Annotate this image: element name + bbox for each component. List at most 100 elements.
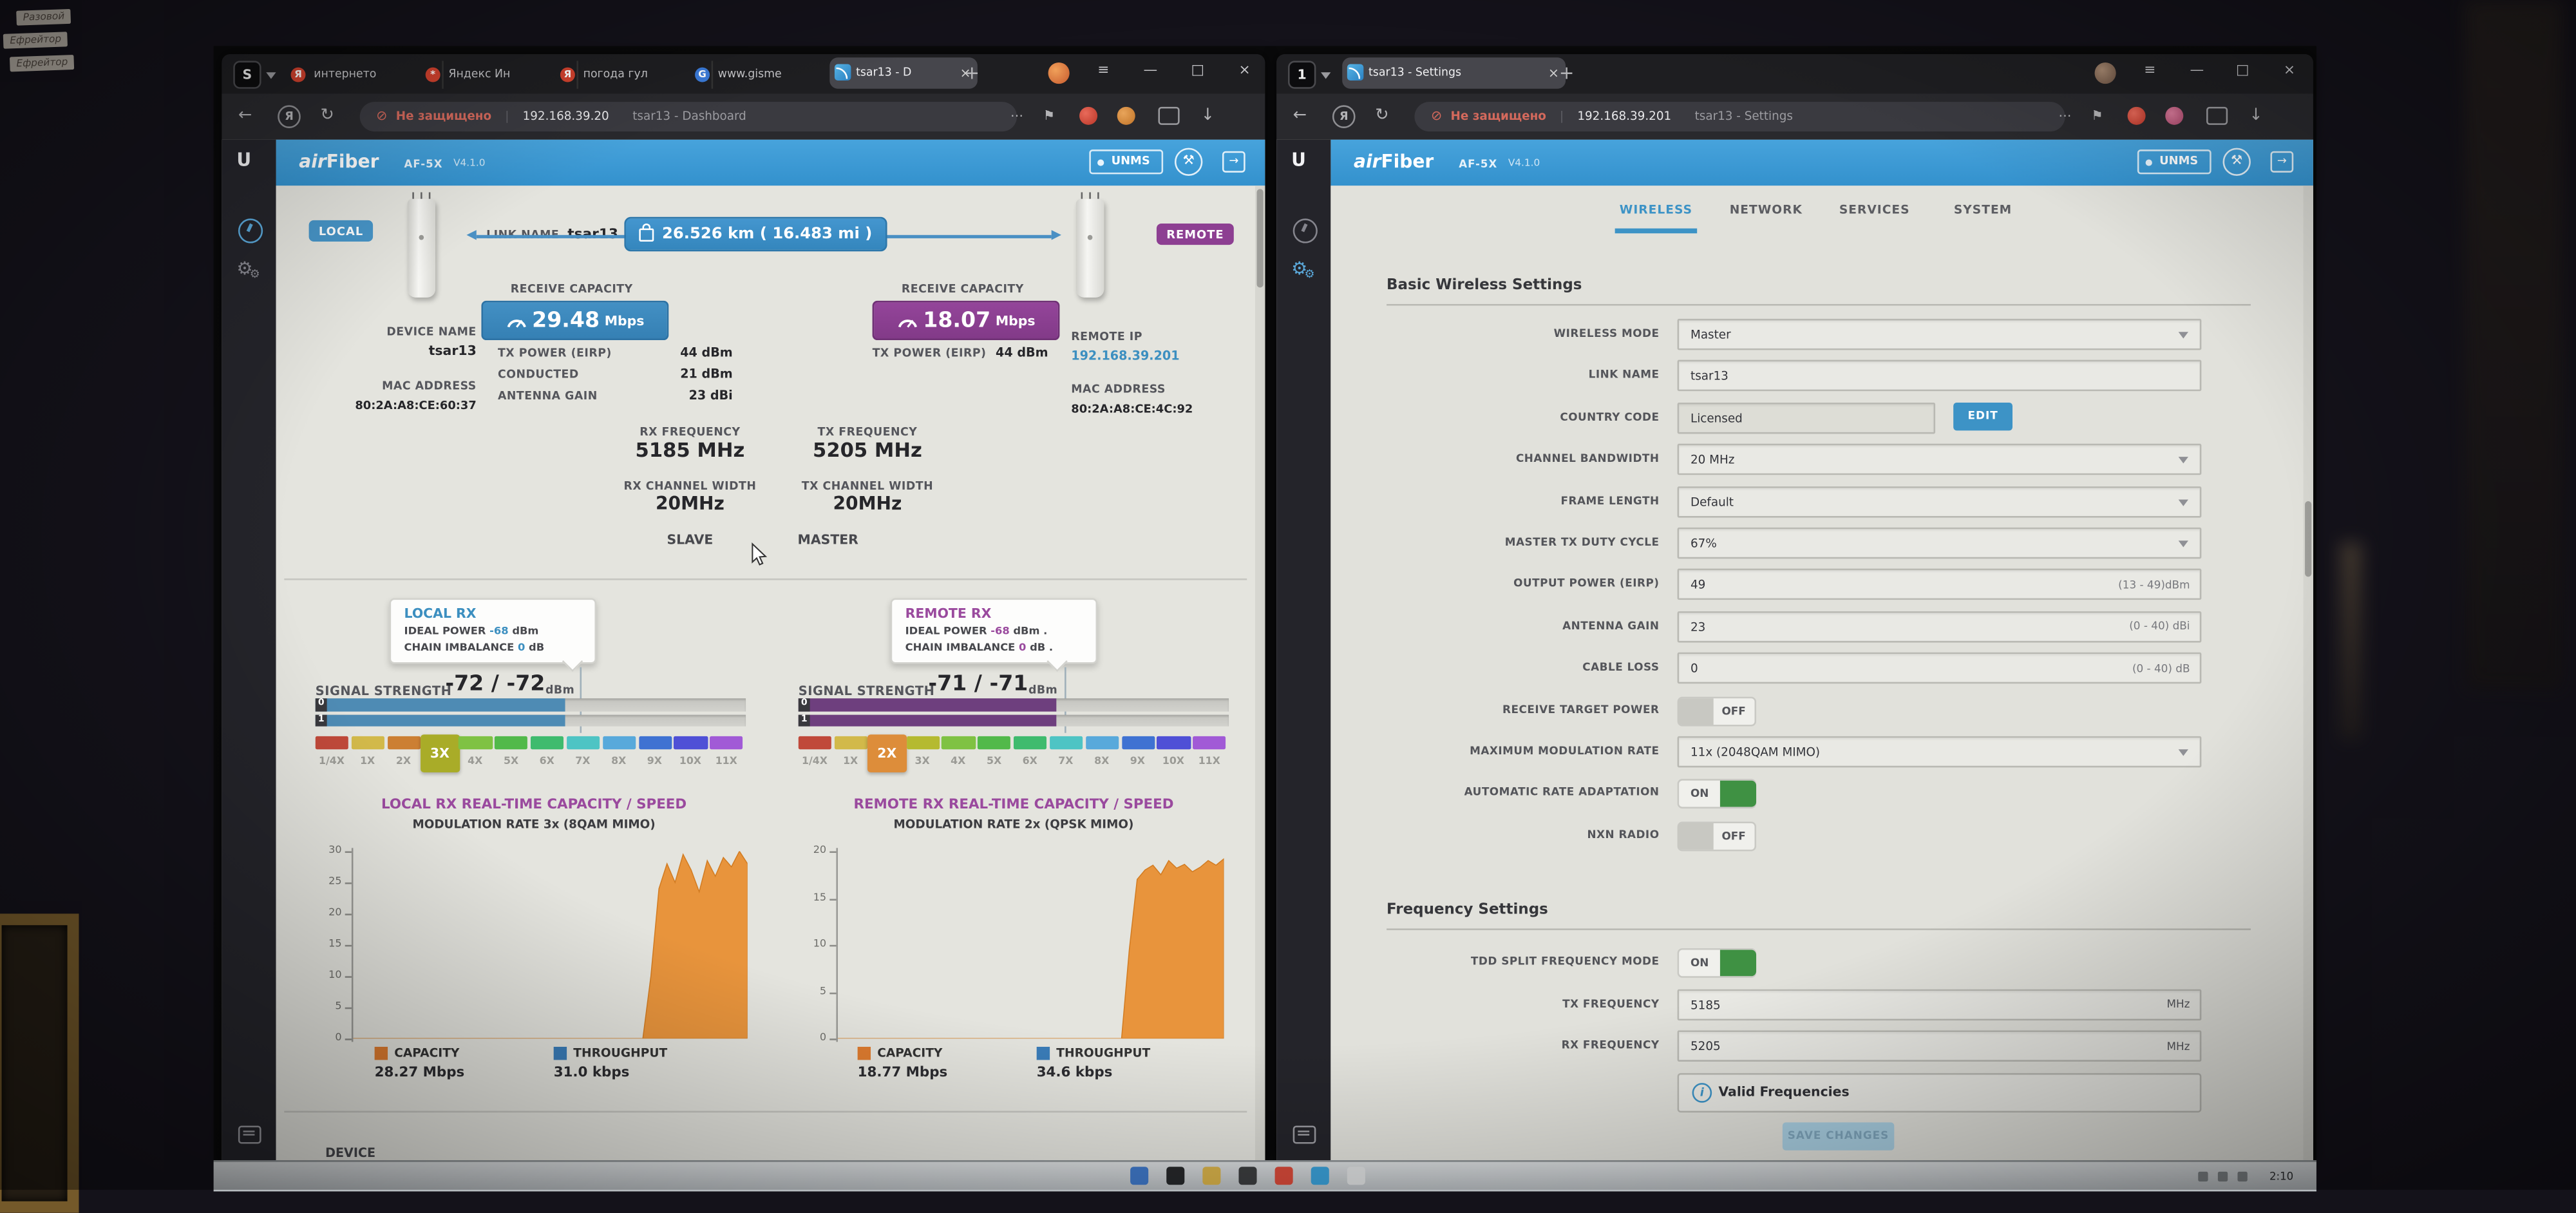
tab-active-dashboard[interactable]: tsar13 - D ×: [829, 57, 978, 88]
tools-icon[interactable]: ⚒: [2223, 148, 2251, 176]
chat-icon[interactable]: [1293, 1125, 1316, 1143]
chevron-down-icon[interactable]: [1321, 72, 1331, 79]
toggle-knob[interactable]: [1720, 781, 1756, 808]
telegram-icon[interactable]: [1311, 1167, 1329, 1185]
back-icon[interactable]: ←: [238, 107, 252, 127]
scrollbar[interactable]: [2304, 186, 2313, 1160]
unms-button[interactable]: UNMS: [2138, 149, 2211, 174]
app-icon[interactable]: [1347, 1167, 1365, 1185]
tray-icon[interactable]: [2218, 1172, 2228, 1181]
settings-nav-icon[interactable]: ⚙⚙: [1291, 258, 1307, 280]
minimize-icon[interactable]: —: [1144, 62, 1158, 79]
tab-active-settings[interactable]: tsar13 - Settings ×: [1342, 57, 1566, 88]
toggle-knob[interactable]: [1678, 698, 1714, 724]
maximize-icon[interactable]: □: [1191, 62, 1204, 79]
security-warning[interactable]: Не защищено: [396, 108, 491, 123]
tx-frequency-field[interactable]: 5185MHz: [1678, 989, 2202, 1020]
scrollbar[interactable]: [1255, 186, 1265, 1160]
download-icon[interactable]: ↓: [1201, 107, 1215, 127]
link-name-field[interactable]: tsar13: [1678, 361, 2202, 392]
logout-icon[interactable]: →: [1222, 151, 1245, 173]
panels-icon[interactable]: [2206, 107, 2228, 125]
scrollbar-thumb[interactable]: [2305, 501, 2311, 577]
yandex-icon[interactable]: Я: [1332, 105, 1356, 128]
receive-target-power-toggle[interactable]: OFF: [1678, 696, 1756, 726]
automatic-rate-adaptation-toggle[interactable]: ON: [1678, 779, 1756, 809]
toggle-knob[interactable]: [1720, 950, 1756, 976]
close-tab-icon[interactable]: ×: [1548, 57, 1559, 88]
address-bar[interactable]: ⊘ Не защищено | 192.168.39.20 tsar13 - D…: [360, 102, 1017, 131]
more-icon[interactable]: ⋯: [1010, 107, 1023, 127]
wireless-mode-field[interactable]: Master: [1678, 319, 2202, 350]
address-bar[interactable]: ⊘ Не защищено | 192.168.39.201 tsar13 - …: [1414, 102, 2065, 131]
frame-length-field[interactable]: Default: [1678, 486, 2202, 517]
menu-icon[interactable]: ≡: [1097, 62, 1109, 79]
rx-frequency-field[interactable]: 5205MHz: [1678, 1031, 2202, 1062]
clock[interactable]: 2:10: [2269, 1170, 2293, 1183]
maximum-modulation-rate-field[interactable]: 11x (2048QAM MIMO): [1678, 736, 2202, 767]
antenna-gain-field[interactable]: 23(0 - 40) dBi: [1678, 611, 2202, 642]
profile-avatar[interactable]: [2095, 62, 2116, 84]
channel-bandwidth-field[interactable]: 20 MHz: [1678, 444, 2202, 475]
tab-services[interactable]: SERVICES: [1821, 202, 1929, 217]
maximize-icon[interactable]: □: [2236, 62, 2249, 79]
dashboard-nav-icon[interactable]: [1293, 218, 1318, 243]
yandex-browser-icon[interactable]: [1275, 1167, 1293, 1185]
alice-icon[interactable]: [2128, 107, 2146, 125]
app-icon[interactable]: [1238, 1167, 1256, 1185]
alice-icon[interactable]: [1079, 107, 1097, 125]
cable-loss-field[interactable]: 0(0 - 40) dB: [1678, 653, 2202, 683]
tdd-split-frequency-mode-toggle[interactable]: ON: [1678, 948, 1756, 978]
close-window-icon[interactable]: ×: [1238, 62, 1250, 79]
toggle-knob[interactable]: [1678, 823, 1714, 850]
bookmark-icon[interactable]: ⚑: [2091, 107, 2103, 127]
back-icon[interactable]: ←: [1293, 107, 1307, 127]
start-button[interactable]: [1130, 1167, 1148, 1185]
master-tx-duty-cycle-field[interactable]: 67%: [1678, 528, 2202, 559]
tab-2[interactable]: *Яндекс Ин: [422, 61, 578, 88]
tray-icon[interactable]: [2198, 1172, 2208, 1181]
windows-taskbar[interactable]: 2:10: [214, 1160, 2316, 1191]
chevron-down-icon[interactable]: [266, 72, 276, 79]
browser-profile-icon[interactable]: 1: [1288, 61, 1316, 88]
reload-icon[interactable]: ↻: [1375, 107, 1388, 127]
tools-icon[interactable]: ⚒: [1175, 148, 1202, 176]
panels-icon[interactable]: [1158, 107, 1179, 125]
settings-nav-icon[interactable]: ⚙⚙: [236, 258, 252, 280]
tab-system[interactable]: SYSTEM: [1929, 202, 2037, 217]
close-window-icon[interactable]: ×: [2284, 62, 2295, 79]
save-changes-button[interactable]: SAVE CHANGES: [1783, 1122, 1894, 1150]
tab-1[interactable]: Яинтернето: [287, 61, 443, 88]
bookmark-icon[interactable]: ⚑: [1043, 107, 1055, 127]
output-power-eirp-field[interactable]: 49(13 - 49)dBm: [1678, 569, 2202, 600]
menu-icon[interactable]: ≡: [2144, 62, 2155, 79]
nxn-radio-toggle[interactable]: OFF: [1678, 821, 1756, 851]
unms-button[interactable]: UNMS: [1090, 149, 1163, 174]
tab-wireless[interactable]: WIRELESS: [1602, 202, 1710, 217]
tab-3[interactable]: Япогода гул: [557, 61, 713, 88]
scrollbar-thumb[interactable]: [1257, 189, 1264, 287]
new-tab-button[interactable]: +: [1559, 61, 1575, 87]
minimize-icon[interactable]: —: [2190, 62, 2204, 79]
more-icon[interactable]: ⋯: [2058, 107, 2071, 127]
download-icon[interactable]: ↓: [2249, 107, 2262, 127]
security-warning[interactable]: Не защищено: [1451, 108, 1546, 123]
tab-network[interactable]: NETWORK: [1712, 202, 1820, 217]
new-tab-button[interactable]: +: [964, 61, 980, 87]
extension-icon[interactable]: [2165, 107, 2183, 125]
chat-icon[interactable]: [238, 1125, 261, 1143]
remote-ip-link[interactable]: 192.168.39.201: [1071, 349, 1179, 363]
tray-icon[interactable]: [2237, 1172, 2247, 1181]
logout-icon[interactable]: →: [2271, 151, 2294, 173]
browser-profile-icon[interactable]: S: [233, 61, 261, 88]
yandex-icon[interactable]: Я: [278, 105, 301, 128]
dashboard-nav-icon[interactable]: [238, 218, 263, 243]
valid-frequencies-panel[interactable]: i Valid Frequencies: [1678, 1073, 2202, 1113]
extension-icon[interactable]: [1117, 107, 1135, 125]
folder-icon[interactable]: [1202, 1167, 1220, 1185]
reload-icon[interactable]: ↻: [320, 107, 334, 127]
url-host[interactable]: 192.168.39.201: [1577, 108, 1671, 123]
url-host[interactable]: 192.168.39.20: [523, 108, 609, 123]
profile-avatar[interactable]: [1048, 62, 1070, 84]
edit-country-button[interactable]: EDIT: [1953, 402, 2012, 430]
